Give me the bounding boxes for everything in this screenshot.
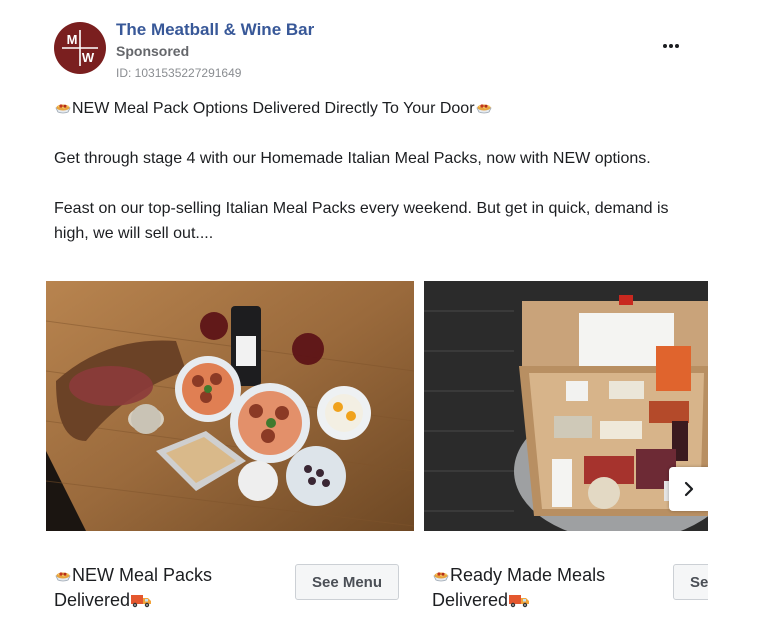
- post-headline: NEW Meal Pack Options Delivered Directly…: [72, 100, 475, 117]
- card-image-ready-meals[interactable]: [424, 281, 708, 531]
- see-menu-button[interactable]: See Menu: [673, 564, 708, 600]
- spaghetti-icon: [475, 98, 493, 116]
- svg-text:W: W: [82, 50, 95, 65]
- card-title-line1: NEW Meal Packs: [72, 565, 213, 585]
- page-name-link[interactable]: The Meatball & Wine Bar: [116, 20, 314, 40]
- delivery-truck-icon: [508, 591, 530, 609]
- carousel-card[interactable]: Ready Made Meals Delivered See Menu: [424, 281, 708, 621]
- more-options-icon[interactable]: [660, 38, 682, 54]
- sponsored-label: Sponsored: [116, 43, 190, 59]
- card-title-line2: Delivered: [54, 590, 131, 610]
- spaghetti-icon: [54, 98, 72, 116]
- post-paragraph-1: Get through stage 4 with our Homemade It…: [54, 150, 651, 167]
- carousel: NEW Meal Packs Delivered See Menu Ready …: [46, 281, 708, 621]
- svg-text:M: M: [67, 32, 78, 47]
- carousel-card[interactable]: NEW Meal Packs Delivered See Menu: [46, 281, 414, 621]
- chevron-right-icon: [684, 481, 694, 497]
- post-header: M W The Meatball & Wine Bar Sponsored ID…: [54, 18, 694, 84]
- ad-id-label: ID: 1031535227291649: [116, 66, 242, 80]
- post-body: NEW Meal Pack Options Delivered Directly…: [54, 96, 694, 246]
- card-title-line1: Ready Made Meals: [450, 565, 606, 585]
- delivery-truck-icon: [130, 591, 152, 609]
- card-image-meal-packs[interactable]: [46, 281, 414, 531]
- card-title: NEW Meal Packs Delivered: [54, 563, 254, 613]
- spaghetti-icon: [54, 566, 72, 584]
- carousel-next-button[interactable]: [669, 467, 708, 511]
- page-avatar[interactable]: M W: [54, 22, 106, 74]
- card-title: Ready Made Meals Delivered: [432, 563, 632, 613]
- headline-line: NEW Meal Pack Options Delivered Directly…: [54, 96, 694, 121]
- post-paragraph-2: Feast on our top-selling Italian Meal Pa…: [54, 200, 669, 242]
- see-menu-button[interactable]: See Menu: [295, 564, 399, 600]
- avatar-logo-icon: M W: [55, 23, 105, 73]
- spaghetti-icon: [432, 566, 450, 584]
- card-title-line2: Delivered: [432, 590, 509, 610]
